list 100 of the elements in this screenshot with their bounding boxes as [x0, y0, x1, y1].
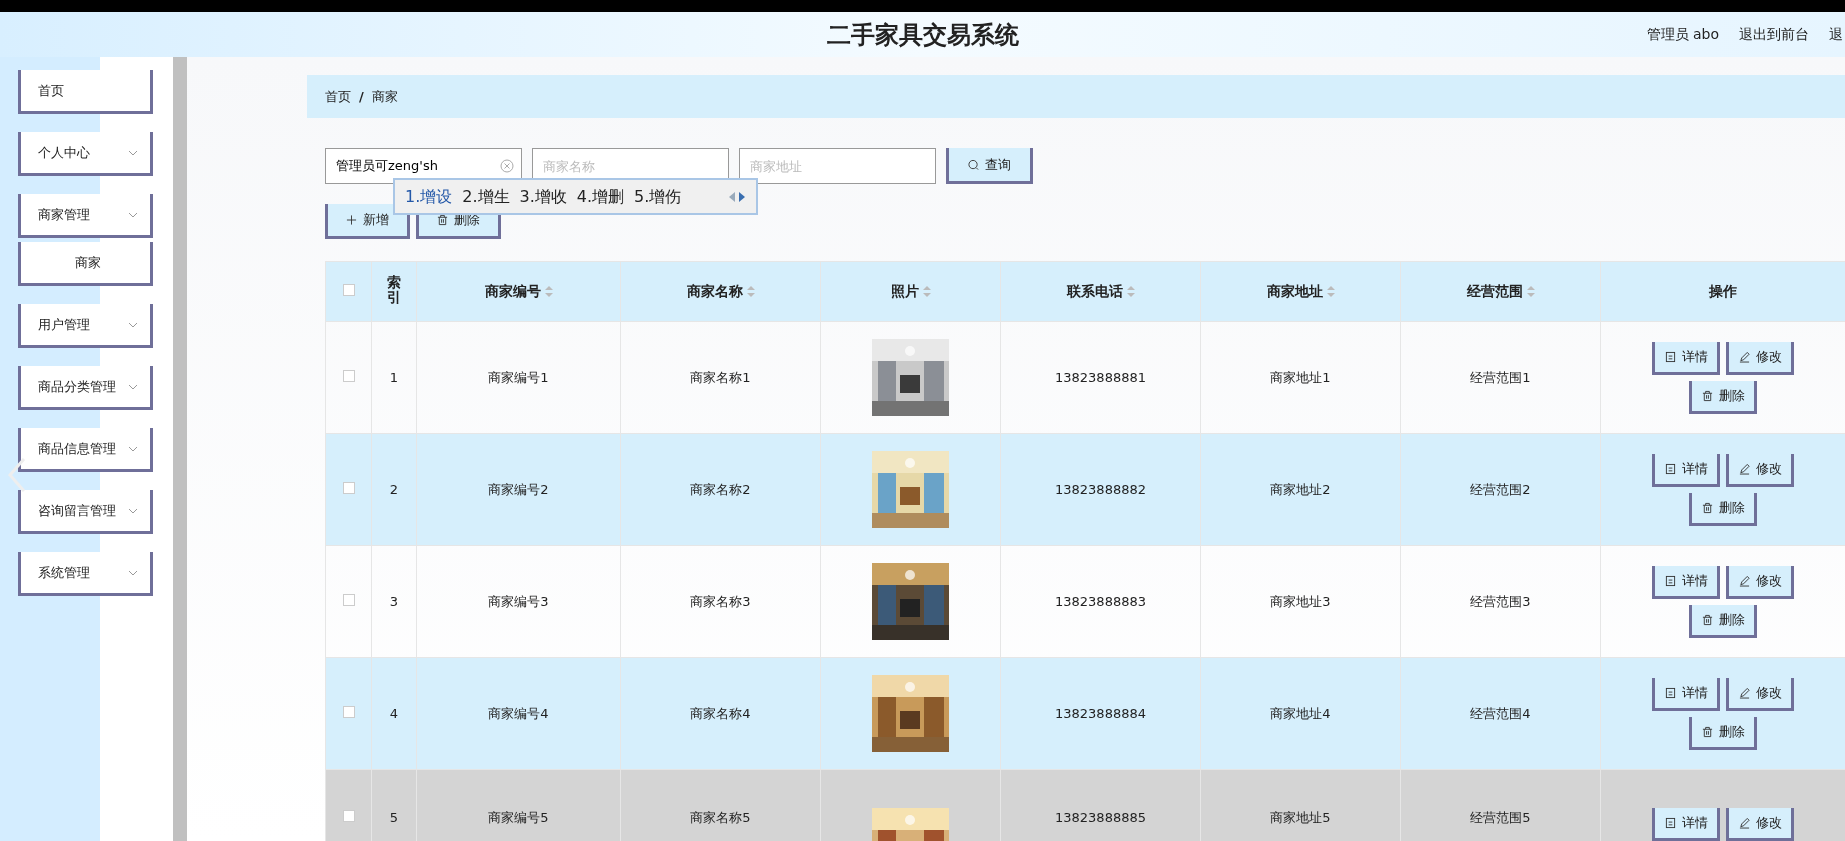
app-title: 二手家具交易系统	[826, 18, 1019, 51]
table-cell: 商家地址4	[1200, 657, 1401, 770]
edit-button[interactable]: 修改	[1726, 677, 1794, 711]
table-cell: 4	[371, 657, 417, 770]
edit-button[interactable]: 修改	[1726, 341, 1794, 375]
menu-label: 商家管理	[38, 205, 90, 224]
table-cell: 商家名称2	[620, 433, 821, 546]
table-cell: 3	[371, 545, 417, 658]
table-cell: 5	[371, 769, 417, 841]
pencil-icon	[1738, 350, 1750, 363]
trash-icon	[1701, 725, 1713, 738]
delete-button[interactable]: 删除	[1689, 604, 1757, 638]
sidebar-subitem[interactable]: 商家	[18, 242, 153, 286]
table-cell: 13823888884	[1000, 657, 1201, 770]
pencil-icon	[1738, 462, 1750, 475]
document-icon	[1664, 817, 1676, 829]
sidebar-menu[interactable]: 用户管理	[18, 304, 153, 348]
menu-label: 商品分类管理	[38, 377, 116, 396]
menu-label: 系统管理	[38, 563, 90, 582]
table-cell: 13823888881	[1000, 321, 1201, 434]
user-label: 管理员 abo	[1646, 25, 1719, 44]
sidebar-menu[interactable]: 商品分类管理	[18, 366, 153, 410]
sidebar-menu[interactable]: 个人中心	[18, 132, 153, 176]
search-field[interactable]: 商家地址	[739, 148, 936, 184]
document-icon	[1664, 574, 1676, 587]
table-cell: 商家地址1	[1200, 321, 1401, 434]
sidebar-menu[interactable]: 咨询留言管理	[18, 490, 153, 534]
menu-label: 个人中心	[38, 143, 90, 162]
edit-button[interactable]: 修改	[1726, 808, 1794, 841]
document-icon	[1664, 462, 1676, 475]
select-all-checkbox[interactable]	[342, 284, 355, 296]
column-header: 操作	[1709, 283, 1737, 299]
document-icon	[1664, 350, 1676, 363]
column-header[interactable]: 联系电话	[1066, 283, 1123, 299]
table-cell: 经营范围5	[1400, 769, 1601, 841]
breadcrumb-item: 商家	[371, 87, 398, 106]
table-cell: 2	[371, 433, 417, 546]
pencil-icon	[1738, 574, 1750, 587]
detail-button[interactable]: 详情	[1652, 808, 1720, 841]
delete-button[interactable]: 删除	[1689, 716, 1757, 750]
table-cell: 经营范围1	[1400, 321, 1601, 434]
scrollbar[interactable]	[173, 57, 187, 841]
table-cell: 13823888885	[1000, 769, 1201, 841]
table-cell: 经营范围2	[1400, 433, 1601, 546]
row-checkbox[interactable]	[342, 481, 355, 494]
column-header[interactable]: 经营范围	[1466, 283, 1523, 299]
header-link[interactable]: 退出到前台	[1739, 24, 1809, 45]
delete-button[interactable]: 删除	[1689, 380, 1757, 414]
sidebar-item[interactable]: 首页	[18, 70, 153, 114]
delete-button[interactable]: 删除	[1689, 492, 1757, 526]
search-icon	[968, 158, 979, 171]
edit-button[interactable]: 修改	[1726, 453, 1794, 487]
column-header[interactable]: 照片	[890, 283, 919, 299]
pencil-icon	[1738, 686, 1750, 699]
table-cell: 13823888883	[1000, 545, 1201, 658]
table-cell: 商家编号2	[416, 433, 621, 546]
table-cell: 商家编号5	[416, 769, 621, 841]
detail-button[interactable]: 详情	[1652, 565, 1720, 599]
menu-label: 咨询留言管理	[38, 501, 116, 520]
row-checkbox[interactable]	[342, 810, 355, 822]
sidebar-menu[interactable]: 系统管理	[18, 552, 153, 596]
detail-button[interactable]: 详情	[1652, 677, 1720, 711]
breadcrumb-item[interactable]: 首页	[325, 86, 351, 107]
document-icon	[1664, 686, 1676, 699]
table-cell: 商家名称1	[620, 321, 821, 434]
detail-button[interactable]: 详情	[1652, 453, 1720, 487]
table-cell: 商家名称3	[620, 545, 821, 658]
edit-button[interactable]: 修改	[1726, 565, 1794, 599]
row-checkbox[interactable]	[342, 369, 355, 382]
table-cell: 商家编号3	[416, 545, 621, 658]
table-cell: 经营范围4	[1400, 657, 1601, 770]
ime-candidate[interactable]: 3.增收	[519, 184, 567, 209]
ime-candidate[interactable]: 4.增删	[576, 184, 625, 209]
trash-icon	[1701, 613, 1713, 626]
add-button[interactable]: 新增	[325, 204, 410, 239]
pencil-icon	[1738, 817, 1750, 829]
detail-button[interactable]: 详情	[1652, 341, 1720, 375]
column-header[interactable]: 商家编号	[484, 283, 541, 299]
sidebar-menu[interactable]: 商品信息管理	[18, 428, 153, 472]
sidebar-menu[interactable]: 商家管理	[18, 194, 153, 238]
table-cell: 1	[371, 321, 417, 434]
table-cell: 商家名称4	[620, 657, 821, 770]
menu-label: 商品信息管理	[38, 439, 116, 458]
search-button[interactable]: 查询	[946, 148, 1033, 184]
table-cell: 13823888882	[1000, 433, 1201, 546]
row-checkbox[interactable]	[342, 705, 355, 718]
column-header[interactable]: 商家名称	[686, 283, 743, 299]
header-link[interactable]: 退	[1829, 24, 1843, 45]
column-header[interactable]: 商家地址	[1266, 283, 1323, 299]
trash-icon	[1701, 501, 1713, 514]
page-arrows-icon	[728, 190, 746, 203]
table-cell: 商家编号4	[416, 657, 621, 770]
table-cell: 商家地址3	[1200, 545, 1401, 658]
ime-candidate[interactable]: 5.增伤	[634, 184, 682, 209]
column-header: 索引	[387, 274, 401, 306]
trash-icon	[1701, 389, 1713, 402]
row-checkbox[interactable]	[342, 593, 355, 606]
table-cell: 经营范围3	[1400, 545, 1601, 658]
table-cell: 商家地址2	[1200, 433, 1401, 546]
breadcrumb-separator: /	[359, 87, 364, 106]
